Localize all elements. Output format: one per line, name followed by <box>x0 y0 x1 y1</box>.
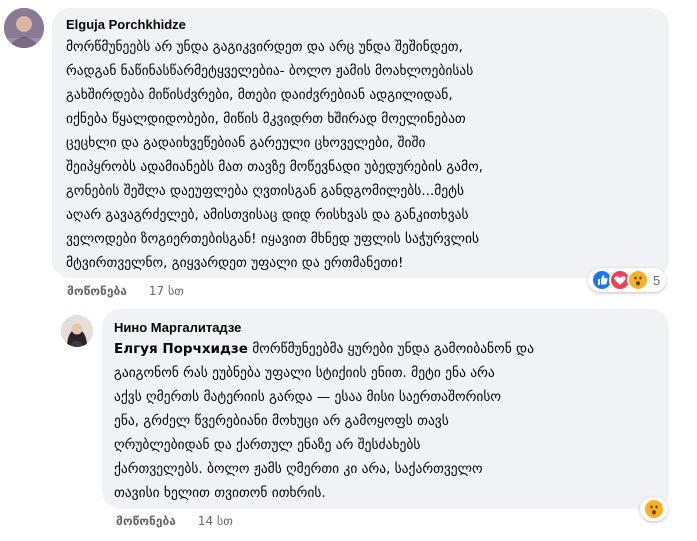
timestamp[interactable]: 14 სთ <box>198 514 233 528</box>
comment-line: Елгуя Порчхидзе მორწმუნეებმა ყურები უნდა… <box>114 337 534 361</box>
reaction-summary[interactable]: 5 <box>588 268 667 292</box>
comment-actions: მოწონება 14 სთ <box>116 514 233 528</box>
reaction-count: 5 <box>653 272 661 288</box>
comment-line: გახშირდება მიწისძვრები, მთები დაიძვრებია… <box>66 87 453 103</box>
timestamp[interactable]: 17 სთ <box>149 284 184 298</box>
mention-link[interactable]: Елгуя Порчхидзе <box>114 341 248 357</box>
comment-line: შეიპყრობს ადამიანებს მათ თავზე მოწევნადი… <box>66 159 483 175</box>
comment-line: აღარ გავაგრძელებ, ამისთვისაც დიდ რისხვას… <box>66 207 469 223</box>
comment-line: მტვირთველნო, გიყვარდეთ უფალი და ერთმანეთ… <box>66 255 404 271</box>
comment-line: გაიგონონ რას ეუბნება უფალი სტიქიის ენით.… <box>114 365 495 381</box>
reaction-summary[interactable] <box>640 497 668 521</box>
comment-line-rest: მორწმუნეებმა ყურები უნდა გამოიბანონ და <box>247 341 534 357</box>
like-button[interactable]: მოწონება <box>116 514 176 528</box>
comment-line: ღრუბლებიდან და ქართულ ენაზე არ შესძახებს <box>114 437 421 453</box>
comment-text: მორწმუნეებს არ უნდა გაგიკვირდეთ და არც უ… <box>66 35 483 275</box>
comment-line: თავისი ხელით თვითონ ითხრის. <box>114 485 326 501</box>
comment-line: იქნება წყალდიდობები, მიწის მკვიდრთ ხშირა… <box>66 111 466 127</box>
comment-line: ენა, გრძელ წვერებიანი მოხუცი არ გამოყოფს… <box>114 413 449 429</box>
comment-text: Елгуя Порчхидзе მორწმუნეებმა ყურები უნდა… <box>114 337 534 505</box>
comment-line: გონების შეშლა დაეუფლება ღვთისგან განდგომ… <box>66 183 464 199</box>
avatar[interactable] <box>61 315 93 347</box>
comment-line: ქართველებს. ბოლო ჟამს ღმერთი კი არა, საქ… <box>114 461 483 477</box>
comment-bubble: Нино Маргалитадзе Елгуя Порчхидзе მორწმუ… <box>102 309 669 509</box>
like-button[interactable]: მოწონება <box>67 284 127 298</box>
comment-line: აქვს ღმერთს მატერიის გარდა — ესაა მისი ს… <box>114 389 502 405</box>
comment-line: მორწმუნეებს არ უნდა გაგიკვირდეთ და არც უ… <box>66 39 463 55</box>
comment-actions: მოწონება 17 სთ <box>67 284 184 298</box>
comment-author[interactable]: Нино Маргалитадзе <box>114 320 241 335</box>
comment-author[interactable]: Elguja Porchkhidze <box>66 17 186 32</box>
comment-line: რადგან ნაწინასწარმეტყველებია- ბოლო ჟამის… <box>66 63 474 79</box>
wow-reaction-icon <box>627 269 649 291</box>
comment-line: ცეცხლი და გადაიხვეწებიან გარეული ცხოველე… <box>66 135 426 151</box>
wow-reaction-icon <box>643 498 665 520</box>
comment-line: ველოდები ზოგიერთებისგან! იყავით მხნედ უფ… <box>66 231 480 247</box>
avatar[interactable] <box>4 8 44 48</box>
comment-bubble: Elguja Porchkhidze მორწმუნეებს არ უნდა გ… <box>52 8 669 278</box>
